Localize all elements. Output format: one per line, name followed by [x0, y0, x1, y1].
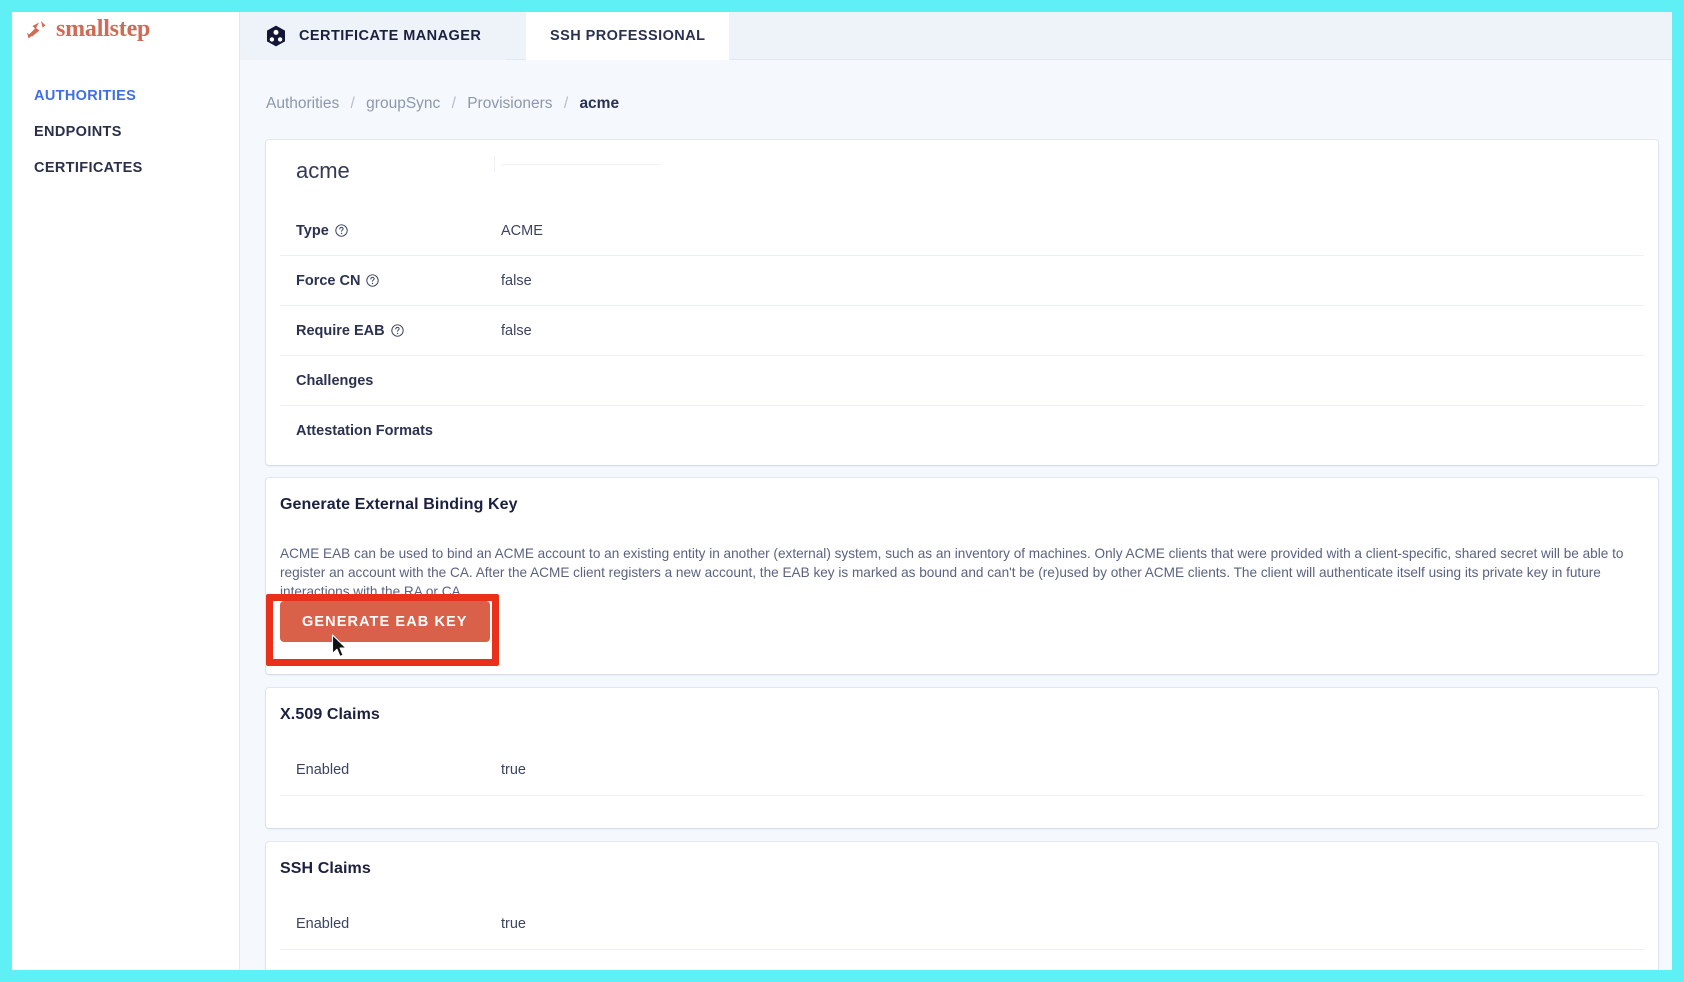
detail-row-type: Type ACME	[280, 206, 1644, 256]
certificate-manager-hex-icon	[264, 24, 288, 48]
claim-value: true	[501, 916, 526, 932]
eab-description: ACME EAB can be used to bind an ACME acc…	[280, 544, 1642, 601]
detail-label-text: Require EAB	[296, 323, 385, 339]
breadcrumb-separator: /	[564, 95, 568, 112]
detail-label: Type	[296, 223, 501, 239]
claim-label: Enabled	[296, 916, 501, 932]
help-circle-icon[interactable]	[391, 324, 404, 337]
detail-row-attestation-formats: Attestation Formats	[280, 406, 1644, 456]
tab-ssh-professional[interactable]: SSH PROFESSIONAL	[526, 12, 729, 60]
detail-label: Challenges	[296, 373, 501, 389]
x509-claims-title: X.509 Claims	[280, 706, 380, 724]
detail-value: ACME	[501, 223, 543, 239]
smallstep-lightning-icon	[24, 17, 50, 43]
detail-row-challenges: Challenges	[280, 356, 1644, 406]
breadcrumb-separator: /	[351, 95, 355, 112]
generate-eab-card: Generate External Binding Key ACME EAB c…	[266, 478, 1658, 674]
breadcrumb-item-authorities[interactable]: Authorities	[266, 95, 339, 112]
detail-value: false	[501, 323, 532, 339]
sidebar-item-endpoints[interactable]: ENDPOINTS	[12, 114, 239, 150]
breadcrumb-item-provisioners[interactable]: Provisioners	[467, 95, 552, 112]
provisioner-details-card: acme Type ACME	[266, 140, 1658, 465]
x509-claims-rows: Enabled true	[280, 744, 1644, 796]
detail-label-text: Force CN	[296, 273, 360, 289]
detail-value: false	[501, 273, 532, 289]
detail-label-text: Type	[296, 223, 329, 239]
detail-label: Attestation Formats	[296, 423, 501, 439]
top-tab-bar: CERTIFICATE MANAGER SSH PROFESSIONAL	[240, 12, 1672, 60]
detail-label: Require EAB	[296, 323, 501, 339]
detail-row-force-cn: Force CN false	[280, 256, 1644, 306]
details-rows: Type ACME Force CN	[280, 206, 1644, 456]
sidebar-item-certificates[interactable]: CERTIFICATES	[12, 150, 239, 186]
ssh-claims-card: SSH Claims Enabled true	[266, 842, 1658, 970]
breadcrumb-separator: /	[452, 95, 456, 112]
claim-label: Enabled	[296, 762, 501, 778]
tab-certificate-manager[interactable]: CERTIFICATE MANAGER	[240, 12, 505, 60]
ssh-claims-rows: Enabled true	[280, 898, 1644, 950]
sidebar-nav: AUTHORITIES ENDPOINTS CERTIFICATES	[12, 78, 239, 186]
x509-claims-card: X.509 Claims Enabled true	[266, 688, 1658, 828]
tab-ssh-professional-label: SSH PROFESSIONAL	[550, 28, 705, 44]
eab-section-title: Generate External Binding Key	[280, 496, 518, 514]
tab-certificate-manager-label: CERTIFICATE MANAGER	[299, 28, 481, 44]
breadcrumb-item-acme: acme	[579, 95, 619, 112]
decorative-tick	[494, 156, 495, 172]
detail-row-require-eab: Require EAB false	[280, 306, 1644, 356]
main-content: Authorities / groupSync / Provisioners /…	[240, 60, 1672, 970]
claim-value: true	[501, 762, 526, 778]
breadcrumb-item-groupsync[interactable]: groupSync	[366, 95, 440, 112]
decorative-line	[501, 164, 661, 165]
breadcrumb: Authorities / groupSync / Provisioners /…	[266, 95, 619, 113]
help-circle-icon[interactable]	[366, 274, 379, 287]
sidebar: smallstep AUTHORITIES ENDPOINTS CERTIFIC…	[12, 12, 240, 970]
sidebar-item-authorities[interactable]: AUTHORITIES	[12, 78, 239, 114]
claim-row-enabled: Enabled true	[280, 898, 1644, 950]
claim-row-enabled: Enabled true	[280, 744, 1644, 796]
ssh-claims-title: SSH Claims	[280, 860, 371, 878]
page-title: acme	[296, 158, 350, 184]
generate-eab-key-button[interactable]: GENERATE EAB KEY	[280, 601, 490, 642]
app-window: smallstep AUTHORITIES ENDPOINTS CERTIFIC…	[12, 12, 1672, 970]
brand-logo[interactable]: smallstep	[24, 16, 150, 43]
detail-label-text: Attestation Formats	[296, 423, 433, 439]
detail-label-text: Challenges	[296, 373, 373, 389]
help-circle-icon[interactable]	[335, 224, 348, 237]
detail-label: Force CN	[296, 273, 501, 289]
brand-logo-text: smallstep	[56, 16, 150, 43]
